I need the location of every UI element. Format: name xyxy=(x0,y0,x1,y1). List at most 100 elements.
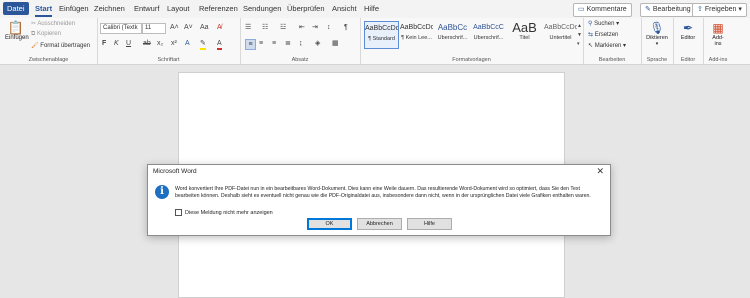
clipboard-group: 📋 Einfügen ✂ Ausschneiden ⧉ Kopieren 🖌 F… xyxy=(0,18,98,64)
clipboard-group-label: Zwischenablage xyxy=(28,57,69,63)
strikethrough-icon[interactable]: ab xyxy=(143,39,151,48)
font-group: Calibri (Textk 11 A˄ A˅ Aa A̸ F K U ab x… xyxy=(97,18,241,64)
search-icon: ⚲ xyxy=(588,21,593,27)
editing-group-label: Bearbeiten xyxy=(598,57,626,63)
editor-group-label: Editor xyxy=(680,57,696,63)
comments-button[interactable]: ▭ Kommentare xyxy=(573,3,632,17)
addins-grid-icon: ▦ xyxy=(712,21,724,35)
styles-group-label: Formatvorlagen xyxy=(452,57,491,63)
cancel-button[interactable]: Abbrechen xyxy=(357,218,402,230)
help-button[interactable]: Hilfe xyxy=(407,218,452,230)
tab-draw[interactable]: Zeichnen xyxy=(94,3,125,14)
font-family-select[interactable]: Calibri (Textk xyxy=(100,23,142,34)
tab-design[interactable]: Entwurf xyxy=(134,3,159,14)
format-painter-button[interactable]: 🖌 Format übertragen xyxy=(31,42,90,49)
tab-insert[interactable]: Einfügen xyxy=(59,3,89,14)
multilevel-list-icon[interactable]: ☳ xyxy=(280,23,286,32)
dialog-title: Microsoft Word xyxy=(153,168,197,175)
dialog-message: Word konvertiert Ihre PDF-Datei nun in e… xyxy=(175,186,591,199)
shrink-font-icon[interactable]: A˅ xyxy=(184,23,193,32)
addins-group-label: Add-ins xyxy=(708,57,728,63)
comment-icon: ▭ xyxy=(578,6,585,13)
clipboard-icon: 📋 xyxy=(7,20,25,35)
ribbon: 📋 Einfügen ✂ Ausschneiden ⧉ Kopieren 🖌 F… xyxy=(0,18,750,65)
tab-layout[interactable]: Layout xyxy=(167,3,190,14)
style-heading-2[interactable]: AaBbCcC Überschrif... xyxy=(472,21,505,47)
select-button[interactable]: ↖ Markieren ▾ xyxy=(588,42,626,49)
align-left-icon[interactable]: ≡ xyxy=(245,39,256,50)
paragraph-group: ☰ ☷ ☳ ⇤ ⇥ ↕ ¶ ≡ ≡ ≡ ≣ ↨ ◈ ▦ Absatz xyxy=(240,18,361,64)
style-title[interactable]: AaB Titel xyxy=(508,21,541,47)
tab-file[interactable]: Datei xyxy=(3,2,29,15)
change-case-icon[interactable]: Aa xyxy=(200,23,209,32)
highlight-icon[interactable]: ✎ xyxy=(200,39,206,50)
ribbon-tab-bar: Datei Start Einfügen Zeichnen Entwurf La… xyxy=(0,0,750,18)
align-center-icon[interactable]: ≡ xyxy=(259,39,263,48)
superscript-icon[interactable]: x² xyxy=(171,39,177,48)
font-size-select[interactable]: 11 xyxy=(142,23,166,34)
dictate-button[interactable]: 🎙 Diktieren ▾ xyxy=(643,21,671,47)
styles-scroll-down-icon[interactable]: ▼ xyxy=(577,31,582,40)
bold-icon[interactable]: F xyxy=(102,39,106,48)
bullets-icon[interactable]: ☰ xyxy=(245,23,251,32)
text-effects-icon[interactable]: A xyxy=(185,39,190,48)
cursor-icon: ↖ xyxy=(588,43,594,49)
voice-group: 🎙 Diktieren ▾ Sprache xyxy=(641,18,674,64)
share-icon: ⇪ xyxy=(697,6,703,13)
decrease-indent-icon[interactable]: ⇤ xyxy=(299,23,305,32)
font-group-label: Schriftart xyxy=(157,57,180,63)
style-subtitle[interactable]: AaBbCcDd Untertitel xyxy=(544,21,577,47)
pencil-icon: ✎ xyxy=(645,6,651,13)
dont-show-again-checkbox[interactable]: Diese Meldung nicht mehr anzeigen xyxy=(175,209,273,216)
editor-pen-icon: ✒ xyxy=(682,21,694,35)
font-color-icon[interactable]: A xyxy=(217,39,222,50)
paragraph-group-label: Absatz xyxy=(291,57,309,63)
style-no-spacing[interactable]: AaBbCcDd ¶ Kein Lee... xyxy=(400,21,433,47)
line-spacing-icon[interactable]: ↨ xyxy=(299,39,303,48)
align-right-icon[interactable]: ≡ xyxy=(272,39,276,48)
checkbox-box[interactable] xyxy=(175,209,182,216)
cut-button[interactable]: ✂ Ausschneiden xyxy=(31,20,75,27)
ok-button[interactable]: OK xyxy=(307,218,352,230)
editor-group: ✒ Editor Editor xyxy=(673,18,704,64)
info-icon: i xyxy=(155,185,169,199)
sort-icon[interactable]: ↕ xyxy=(327,23,331,32)
style-standard[interactable]: AaBbCcDd ¶ Standard xyxy=(364,21,399,49)
microphone-icon: 🎙 xyxy=(649,21,665,35)
replace-button[interactable]: ⇆ Ersetzen xyxy=(588,31,618,38)
justify-icon[interactable]: ≣ xyxy=(285,39,291,48)
copy-button[interactable]: ⧉ Kopieren xyxy=(31,31,61,38)
tab-mailings[interactable]: Sendungen xyxy=(243,3,281,14)
share-button[interactable]: ⇪ Freigeben ▾ xyxy=(692,3,747,17)
borders-icon[interactable]: ▦ xyxy=(332,39,339,48)
editor-button[interactable]: ✒ Editor xyxy=(675,21,701,41)
message-dialog: Microsoft Word ✕ i Word konvertiert Ihre… xyxy=(147,164,611,236)
editing-group: ⚲ Suchen ▾ ⇆ Ersetzen ↖ Markieren ▾ Bear… xyxy=(583,18,642,64)
grow-font-icon[interactable]: A˄ xyxy=(170,23,179,32)
close-icon[interactable]: ✕ xyxy=(596,166,604,177)
styles-group: AaBbCcDd ¶ Standard AaBbCcDd ¶ Kein Lee.… xyxy=(360,18,584,64)
paste-button[interactable]: 📋 Einfügen xyxy=(5,20,29,42)
style-heading-1[interactable]: AaBbCc Überschrif... xyxy=(436,21,469,47)
find-button[interactable]: ⚲ Suchen ▾ xyxy=(588,20,619,27)
dictate-dropdown-icon: ▾ xyxy=(655,41,659,47)
voice-group-label: Sprache xyxy=(646,57,668,63)
increase-indent-icon[interactable]: ⇥ xyxy=(312,23,318,32)
shading-icon[interactable]: ◈ xyxy=(315,39,320,48)
tab-references[interactable]: Referenzen xyxy=(199,3,238,14)
tab-review[interactable]: Überprüfen xyxy=(287,3,325,14)
brush-icon: 🖌 xyxy=(31,43,39,49)
styles-scroll-up-icon[interactable]: ▲ xyxy=(577,22,582,31)
tab-view[interactable]: Ansicht xyxy=(332,3,357,14)
underline-icon[interactable]: U xyxy=(126,39,131,48)
pilcrow-icon[interactable]: ¶ xyxy=(344,23,348,32)
clear-formatting-icon[interactable]: A̸ xyxy=(217,23,222,32)
addins-group: ▦ Add- ins Add-ins xyxy=(703,18,733,64)
styles-more-icon[interactable]: ▾ xyxy=(577,40,580,49)
tab-start[interactable]: Start xyxy=(35,3,53,17)
addins-button[interactable]: ▦ Add- ins xyxy=(705,21,731,47)
tab-help[interactable]: Hilfe xyxy=(364,3,379,14)
subscript-icon[interactable]: x₂ xyxy=(157,39,163,48)
italic-icon[interactable]: K xyxy=(114,39,119,48)
numbering-icon[interactable]: ☷ xyxy=(262,23,268,32)
